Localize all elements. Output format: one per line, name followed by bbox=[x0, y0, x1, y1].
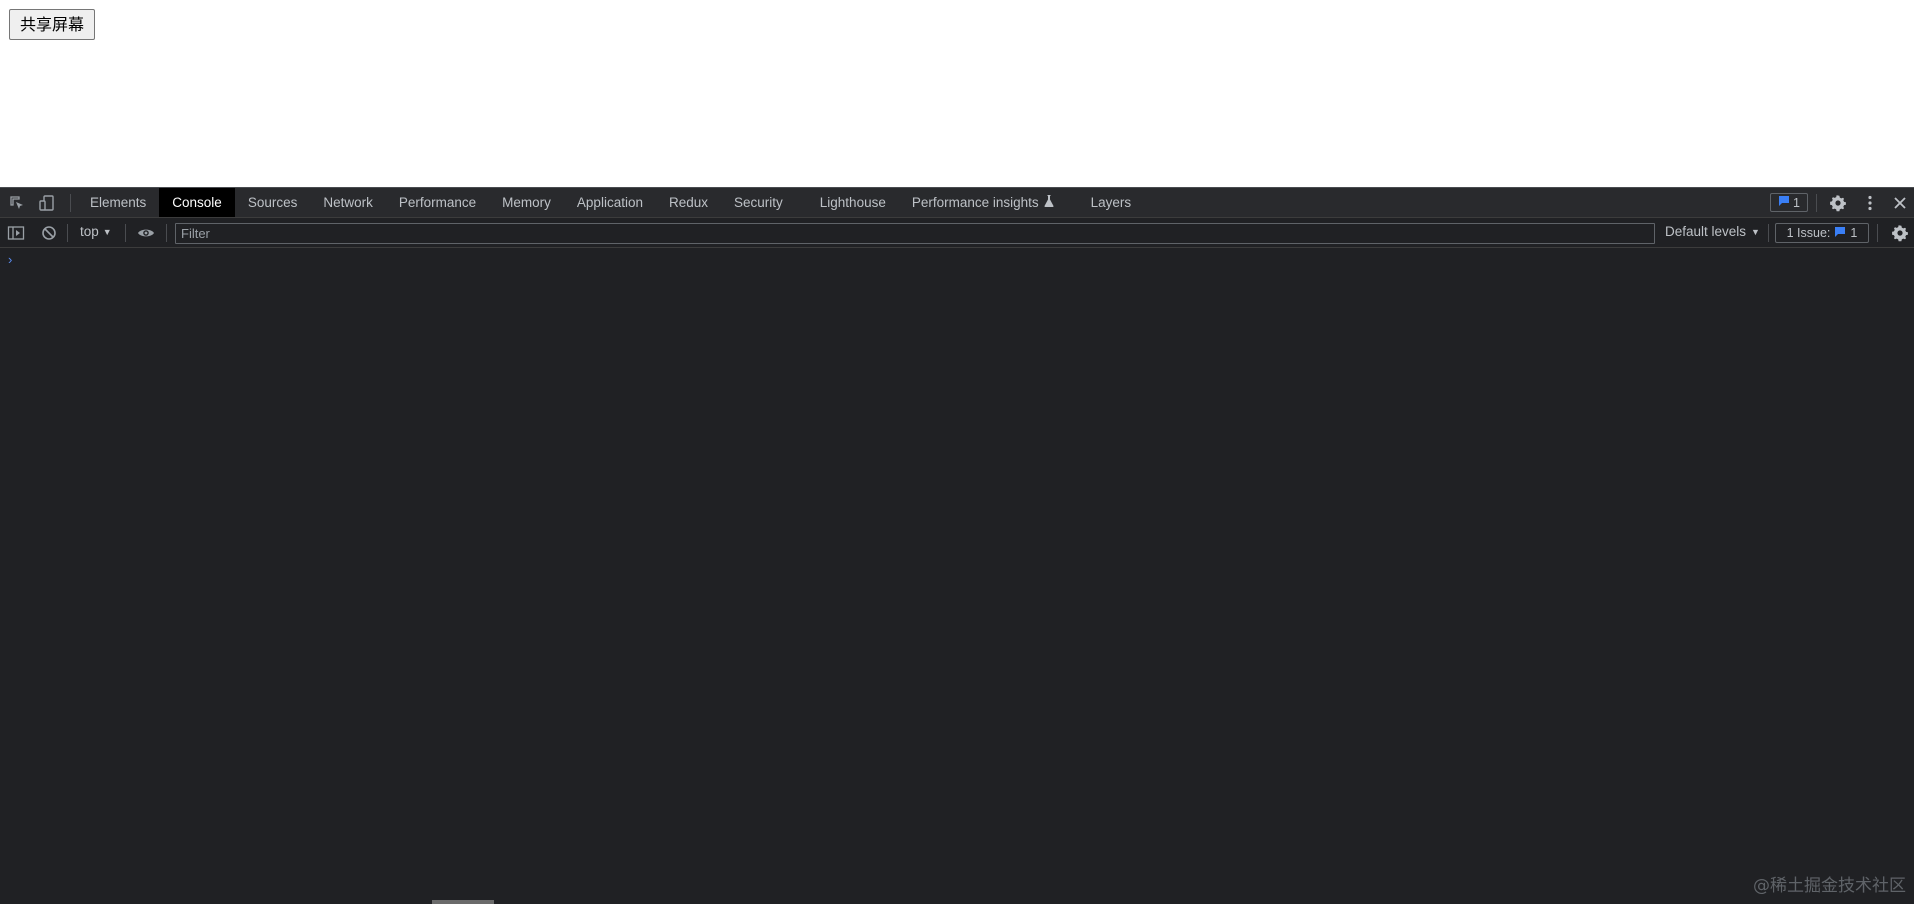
tab-strip: Elements Console Sources Network Perform… bbox=[77, 188, 1144, 217]
dropdown-triangle-icon: ▼ bbox=[1751, 226, 1760, 237]
tab-redux[interactable]: Redux bbox=[656, 188, 721, 217]
tab-network[interactable]: Network bbox=[310, 188, 386, 217]
divider bbox=[125, 224, 126, 242]
tab-label: Performance insights bbox=[911, 195, 1039, 210]
divider bbox=[67, 224, 68, 242]
device-toolbar-icon[interactable] bbox=[37, 193, 57, 213]
console-output[interactable]: › bbox=[0, 248, 1914, 888]
watermark: @稀土掘金技术社区 bbox=[1753, 876, 1906, 896]
tab-application[interactable]: Application bbox=[564, 188, 656, 217]
devtools-tabbar: Elements Console Sources Network Perform… bbox=[0, 188, 1914, 218]
tab-label: Security bbox=[734, 195, 783, 210]
dropdown-triangle-icon: ▼ bbox=[102, 226, 112, 237]
sidebar-toggle-icon[interactable] bbox=[6, 223, 26, 243]
tab-label: Performance bbox=[398, 195, 477, 210]
tab-performance[interactable]: Performance bbox=[386, 188, 489, 217]
log-levels-dropdown[interactable]: Default levels ▼ bbox=[1665, 224, 1760, 239]
tab-label: Sources bbox=[247, 195, 298, 210]
clear-console-icon[interactable] bbox=[39, 223, 59, 243]
tab-label: Redux bbox=[668, 195, 708, 210]
close-icon[interactable] bbox=[1890, 193, 1910, 213]
tab-security[interactable]: Security bbox=[721, 188, 807, 217]
divider bbox=[1877, 224, 1878, 242]
inspect-element-icon[interactable] bbox=[7, 193, 27, 213]
flask-icon bbox=[1044, 188, 1054, 217]
tab-label: Elements bbox=[90, 195, 147, 210]
tab-label: Application bbox=[576, 195, 643, 210]
levels-label: Default levels bbox=[1665, 224, 1747, 239]
divider bbox=[1768, 224, 1769, 242]
console-prompt[interactable]: › bbox=[8, 252, 12, 267]
page-content: 共享屏幕 bbox=[0, 0, 1914, 187]
devtools-panel: Elements Console Sources Network Perform… bbox=[0, 187, 1914, 904]
divider bbox=[166, 224, 167, 242]
issues-counter-badge[interactable]: 1 bbox=[1770, 193, 1808, 212]
console-settings-icon[interactable] bbox=[1890, 223, 1910, 243]
divider bbox=[1816, 194, 1817, 212]
more-vertical-icon[interactable] bbox=[1860, 193, 1880, 213]
tab-elements[interactable]: Elements bbox=[77, 188, 159, 217]
tab-sources[interactable]: Sources bbox=[235, 188, 311, 217]
settings-gear-icon[interactable] bbox=[1828, 193, 1848, 213]
tab-label: Network bbox=[323, 195, 373, 210]
horizontal-scrollbar[interactable] bbox=[0, 900, 1914, 904]
tab-label: Console bbox=[172, 195, 222, 210]
tab-layers[interactable]: Layers bbox=[1078, 188, 1145, 217]
issues-button[interactable]: 1 Issue: 1 bbox=[1775, 223, 1869, 243]
tab-label: Layers bbox=[1090, 195, 1132, 210]
message-icon bbox=[1834, 226, 1846, 241]
scrollbar-thumb[interactable] bbox=[432, 900, 494, 904]
tab-memory[interactable]: Memory bbox=[489, 188, 564, 217]
context-selector[interactable]: top ▼ bbox=[80, 224, 112, 239]
issue-count: 1 bbox=[1793, 195, 1800, 210]
divider bbox=[70, 194, 71, 212]
console-toolbar: top ▼ Default levels ▼ 1 Issue: 1 bbox=[0, 218, 1914, 248]
issues-count: 1 bbox=[1850, 226, 1858, 240]
issues-label: 1 Issue: bbox=[1786, 226, 1831, 240]
tab-label: Lighthouse bbox=[819, 195, 886, 210]
message-icon bbox=[1778, 195, 1790, 210]
tab-lighthouse[interactable]: Lighthouse bbox=[807, 188, 899, 217]
share-screen-button[interactable]: 共享屏幕 bbox=[9, 9, 96, 40]
tab-performance-insights[interactable]: Performance insights bbox=[899, 188, 1078, 217]
context-label: top bbox=[80, 224, 99, 239]
tab-console[interactable]: Console bbox=[159, 188, 235, 217]
filter-input[interactable] bbox=[175, 223, 1655, 244]
tab-label: Memory bbox=[502, 195, 551, 210]
eye-icon[interactable] bbox=[136, 223, 156, 243]
